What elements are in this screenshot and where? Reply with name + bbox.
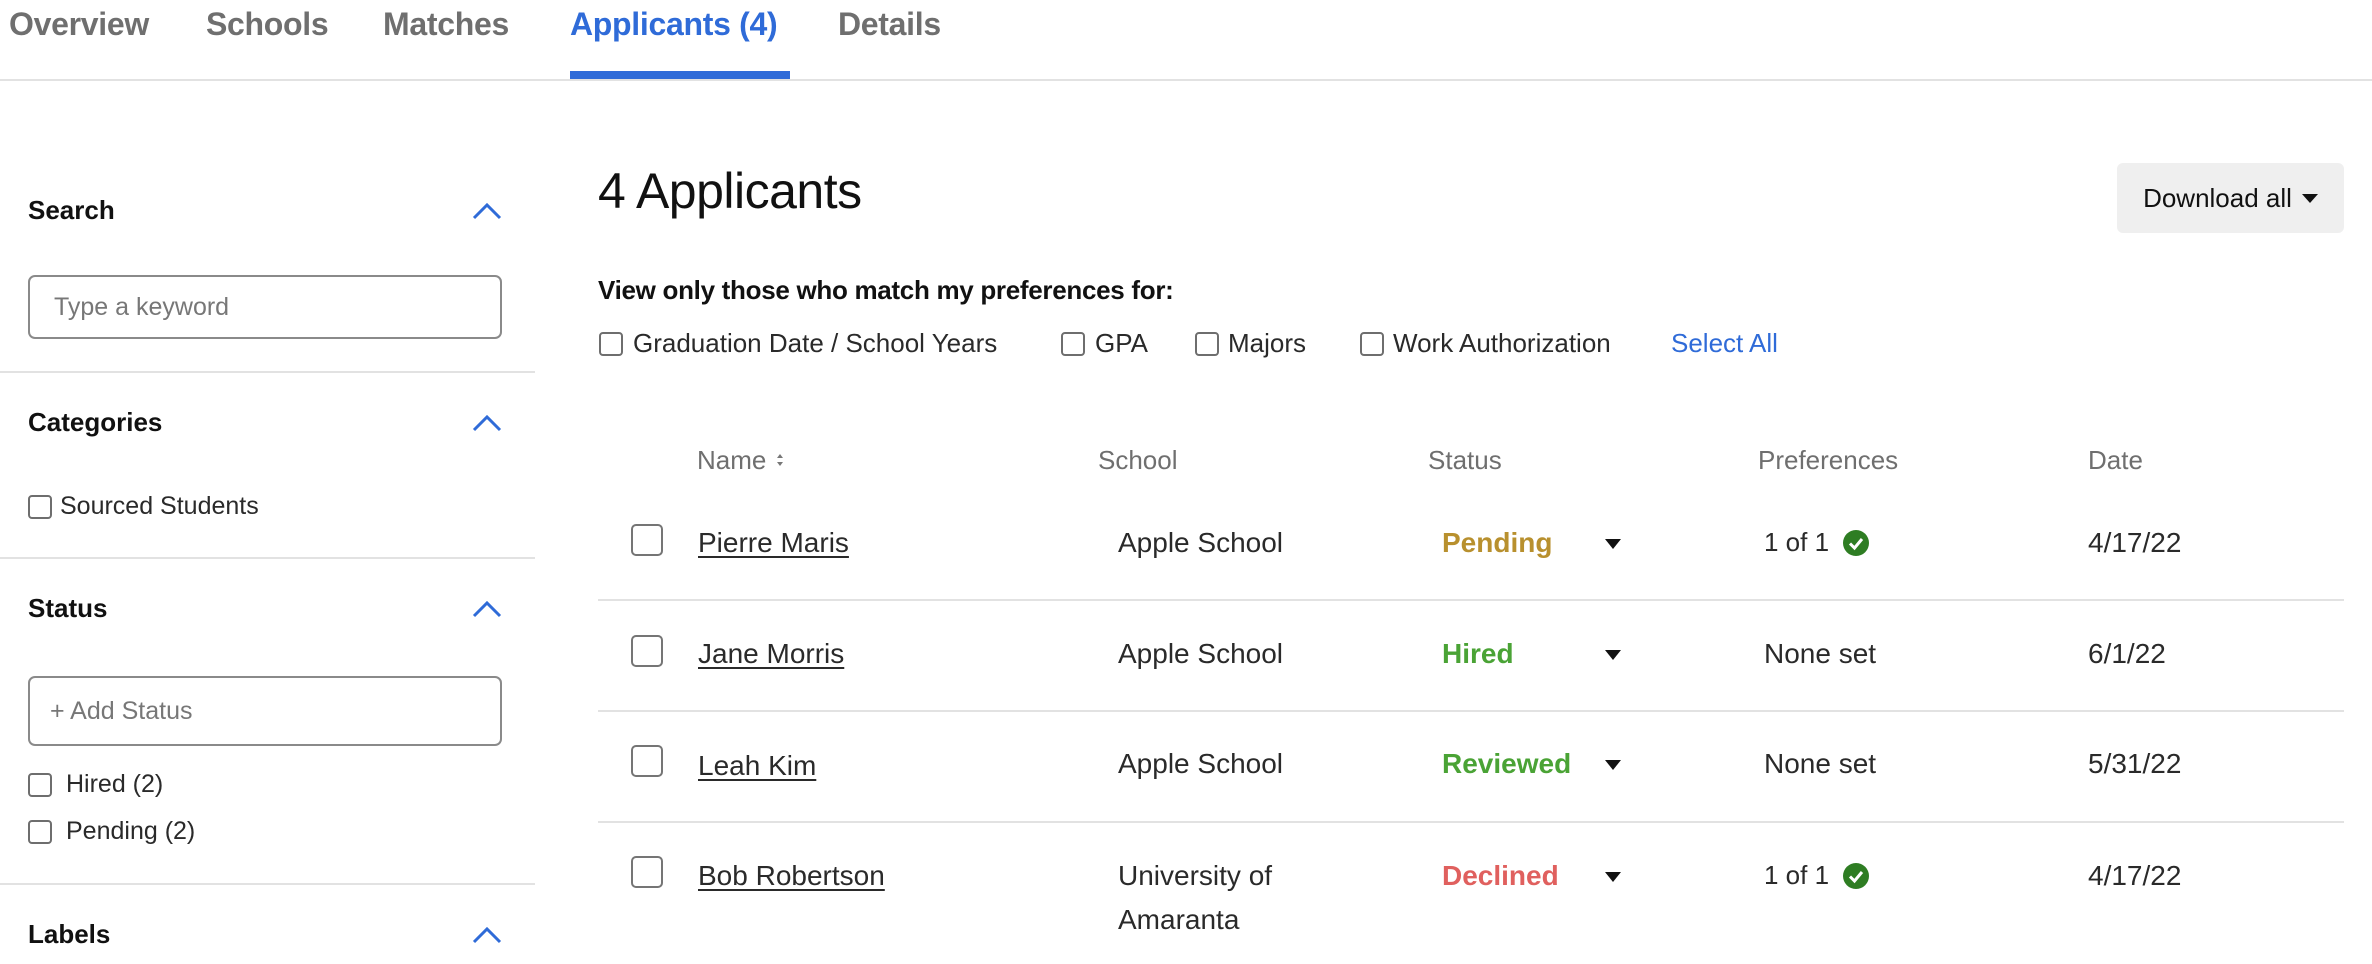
applicant-name-link[interactable]: Jane Morris — [698, 638, 844, 670]
applicant-date: 4/17/22 — [2088, 860, 2182, 891]
status-hired-checkbox[interactable] — [28, 773, 52, 797]
applicant-name-link[interactable]: Bob Robertson — [698, 860, 885, 892]
applicant-status: Declined — [1442, 860, 1559, 891]
column-header-status: Status — [1428, 445, 1502, 475]
applicant-school: University of Amaranta — [1118, 860, 1273, 935]
chevron-up-icon[interactable] — [472, 414, 502, 432]
chevron-up-icon[interactable] — [472, 202, 502, 220]
search-section-heading: Search — [28, 195, 115, 225]
pref-work-auth-checkbox[interactable] — [1360, 332, 1384, 356]
tab-matches[interactable]: Matches — [383, 6, 509, 43]
status-dropdown-caret-icon[interactable] — [1605, 539, 1621, 551]
preferences-filter-heading: View only those who match my preferences… — [598, 275, 1174, 305]
status-hired-label: Hired (2) — [66, 770, 164, 798]
download-all-button[interactable]: Download all — [2117, 163, 2344, 233]
preferences-cell: None set — [1764, 638, 1876, 670]
column-header-name[interactable]: Name — [697, 445, 784, 476]
applicant-status: Pending — [1442, 527, 1553, 558]
sourced-students-checkbox[interactable] — [28, 495, 52, 519]
preferences-value: 1 of 1 — [1764, 527, 1830, 557]
check-circle-icon — [1843, 862, 1870, 889]
applicant-status: Hired — [1442, 638, 1514, 669]
filter-sidebar: Search Categories Sourced Students Statu… — [0, 81, 535, 964]
tab-applicants[interactable]: Applicants (4) — [570, 6, 778, 43]
section-divider — [0, 557, 535, 559]
page-title: 4 Applicants — [598, 163, 862, 219]
active-tab-indicator — [570, 71, 790, 79]
status-dropdown-caret-icon[interactable] — [1605, 760, 1621, 772]
section-divider — [0, 371, 535, 373]
pref-majors-checkbox[interactable] — [1195, 332, 1219, 356]
status-dropdown-caret-icon[interactable] — [1605, 650, 1621, 662]
tab-bar: Overview Schools Matches Applicants (4) … — [0, 0, 2372, 81]
column-header-name-label: Name — [697, 445, 767, 475]
pref-graduation-checkbox[interactable] — [599, 332, 623, 356]
pref-majors-label: Majors — [1228, 328, 1307, 358]
row-divider — [598, 821, 2344, 823]
check-circle-icon — [1843, 529, 1870, 556]
row-select-checkbox[interactable] — [631, 745, 663, 777]
applicant-school: Apple School — [1118, 527, 1284, 558]
applicant-school: Apple School — [1118, 748, 1284, 779]
preferences-value: 1 of 1 — [1764, 860, 1830, 890]
applicant-name-link[interactable]: Pierre Maris — [698, 527, 849, 559]
labels-section-heading: Labels — [28, 919, 111, 949]
download-all-label: Download all — [2143, 182, 2292, 213]
status-section-heading: Status — [28, 593, 108, 623]
row-divider — [598, 710, 2344, 712]
column-header-school: School — [1098, 445, 1178, 475]
caret-down-icon — [2301, 193, 2318, 203]
preferences-cell: 1 of 1 — [1764, 860, 1870, 891]
sort-icon[interactable] — [776, 453, 784, 467]
pref-graduation-label: Graduation Date / School Years — [633, 328, 998, 358]
row-select-checkbox[interactable] — [631, 524, 663, 556]
row-select-checkbox[interactable] — [631, 635, 663, 667]
preferences-cell: None set — [1764, 748, 1876, 780]
section-divider — [0, 883, 535, 885]
pref-work-auth-label: Work Authorization — [1393, 328, 1611, 358]
pref-gpa-checkbox[interactable] — [1061, 332, 1085, 356]
row-divider — [598, 599, 2344, 601]
applicant-name-link[interactable]: Leah Kim — [698, 750, 816, 782]
applicant-school: Apple School — [1118, 638, 1284, 669]
row-select-checkbox[interactable] — [631, 856, 663, 888]
select-all-link[interactable]: Select All — [1671, 328, 1778, 359]
preferences-value: None set — [1764, 748, 1877, 779]
tab-overview[interactable]: Overview — [9, 6, 149, 43]
tab-schools[interactable]: Schools — [206, 6, 329, 43]
categories-section-heading: Categories — [28, 407, 163, 437]
status-dropdown-caret-icon[interactable] — [1605, 872, 1621, 884]
column-header-preferences: Preferences — [1758, 445, 1899, 475]
column-header-date: Date — [2088, 445, 2143, 475]
applicant-date: 5/31/22 — [2088, 748, 2182, 779]
keyword-search-input[interactable] — [28, 275, 502, 339]
chevron-up-icon[interactable] — [472, 600, 502, 618]
preferences-value: None set — [1764, 638, 1877, 669]
applicant-status: Reviewed — [1442, 748, 1572, 779]
status-pending-checkbox[interactable] — [28, 820, 52, 844]
chevron-up-icon[interactable] — [472, 926, 502, 944]
status-pending-label: Pending (2) — [66, 817, 196, 845]
tab-details[interactable]: Details — [838, 6, 941, 43]
applicant-date: 6/1/22 — [2088, 638, 2166, 669]
add-status-input[interactable] — [28, 676, 502, 746]
pref-gpa-label: GPA — [1095, 328, 1148, 358]
preferences-cell: 1 of 1 — [1764, 527, 1870, 558]
applicant-date: 4/17/22 — [2088, 527, 2182, 558]
sourced-students-label: Sourced Students — [60, 492, 259, 520]
